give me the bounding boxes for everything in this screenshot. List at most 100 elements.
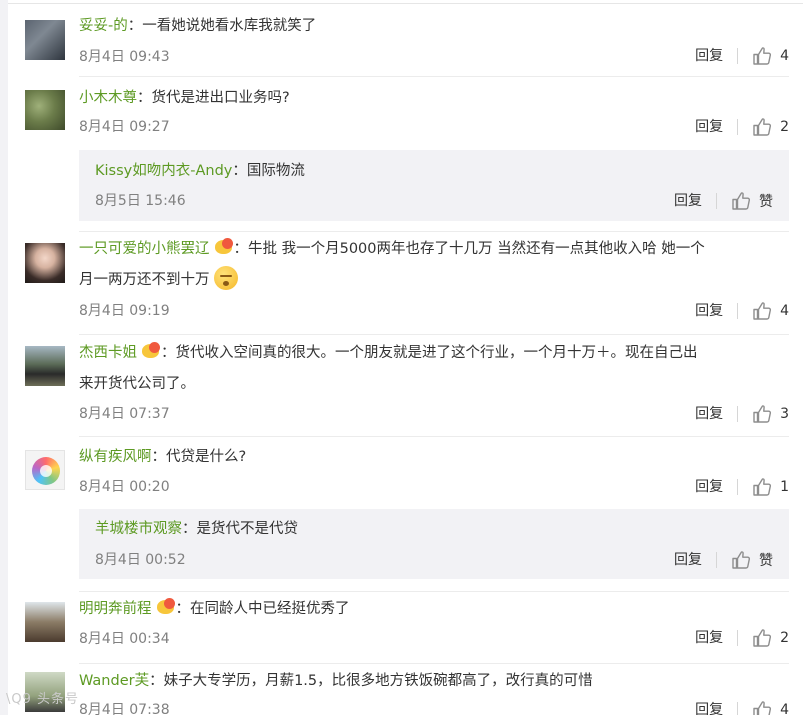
reply-text: 是货代不是代贷	[196, 521, 299, 537]
colon: ：	[182, 521, 197, 537]
username-link[interactable]: Kissy如吻内衣-Andy	[95, 163, 232, 179]
username-link[interactable]: Wander芙	[79, 673, 149, 689]
reply-button[interactable]: 回复	[674, 549, 716, 571]
comment-text-line1: 牛批 我一个月5000两年也存了十几万 当然还有一点其他收入哈 她一个	[248, 241, 705, 257]
username-link[interactable]: 小木木尊	[79, 90, 137, 106]
comment-body-cont: 来开货代公司了。	[79, 369, 789, 400]
like-count: 2	[780, 630, 789, 646]
comment-body: Wander芙：妹子大专学历，月薪1.5，比很多地方铁饭碗都高了，改行真的可惜	[79, 666, 789, 697]
reply-button[interactable]: 回复	[695, 403, 737, 425]
reply-button[interactable]: 回复	[695, 627, 737, 649]
timestamp: 8月4日 09:19	[79, 303, 170, 319]
thumbs-up-icon	[752, 477, 772, 497]
comment-list-panel: 妥妥-的：一看她说她看水库我就笑了 8月4日 09:43 回复 4 小木木尊：货…	[8, 0, 803, 715]
avatar[interactable]	[25, 450, 65, 490]
comment-body: 纵有疾风啊：代贷是什么?	[79, 442, 789, 473]
comment-item: 杰西卡姐 ：货代收入空间真的很大。一个朋友就是进了这个行业，一个月十万＋。现在自己…	[8, 335, 803, 437]
like-label: 赞	[759, 194, 773, 210]
comment-item: 纵有疾风啊：代贷是什么? 8月4日 00:20 回复 1 羊城楼市观察：是货代不…	[8, 437, 803, 592]
avatar[interactable]	[25, 20, 65, 60]
like-label: 赞	[759, 553, 773, 569]
like-button[interactable]: 4	[752, 46, 789, 66]
like-button[interactable]: 3	[752, 404, 789, 424]
comment-text-line2: 来开货代公司了。	[79, 376, 195, 392]
comment-body: 明明奔前程 ：在同龄人中已经挺优秀了	[79, 594, 789, 625]
thumbs-up-icon	[731, 191, 751, 211]
like-button[interactable]: 1	[752, 477, 789, 497]
colon: ：	[127, 18, 143, 34]
comment-body: 小木木尊：货代是进出口业务吗?	[79, 83, 789, 114]
colon: ：	[137, 90, 152, 106]
username-link[interactable]: 一只可爱的小熊罢辽	[79, 241, 210, 257]
fan-badge-icon	[156, 598, 176, 616]
nested-reply: 羊城楼市观察：是货代不是代贷 8月4日 00:52 回复 赞	[79, 509, 789, 579]
like-count: 4	[780, 48, 789, 64]
action-separator	[737, 303, 739, 319]
like-button[interactable]: 2	[752, 117, 789, 137]
username-link[interactable]: 明明奔前程	[79, 601, 152, 617]
like-button[interactable]: 2	[752, 628, 789, 648]
comment-text: 一看她说她看水库我就笑了	[142, 18, 317, 34]
timestamp: 8月4日 07:37	[79, 406, 170, 422]
reply-actions: 回复 赞	[674, 549, 773, 571]
comment-text: 代贷是什么?	[166, 449, 247, 465]
username-link[interactable]: 杰西卡姐	[79, 345, 137, 361]
action-separator	[737, 630, 739, 646]
colon: ：	[233, 241, 249, 257]
comment-actions: 回复 4	[695, 699, 789, 715]
timestamp: 8月4日 09:43	[79, 49, 170, 65]
timestamp: 8月4日 07:38	[79, 702, 170, 715]
comment-text-line1: 货代收入空间真的很大。一个朋友就是进了这个行业，一个月十万＋。现在自己出	[175, 345, 698, 361]
comment-text: 妹子大专学历，月薪1.5，比很多地方铁饭碗都高了，改行真的可惜	[163, 673, 593, 689]
action-separator	[716, 552, 717, 568]
colon: ：	[151, 449, 167, 465]
comment-body: 杰西卡姐 ：货代收入空间真的很大。一个朋友就是进了这个行业，一个月十万＋。现在自己…	[79, 338, 789, 369]
watermark: \Q9 头条号	[6, 692, 80, 707]
comment-actions: 回复 2	[695, 627, 789, 649]
reply-button[interactable]: 回复	[695, 476, 737, 498]
reply-button[interactable]: 回复	[674, 190, 716, 212]
comment-actions: 回复 4	[695, 300, 789, 322]
action-separator	[737, 48, 739, 64]
colon: ：	[149, 673, 164, 689]
reply-button[interactable]: 回复	[695, 45, 737, 67]
comment-item: 妥妥-的：一看她说她看水库我就笑了 8月4日 09:43 回复 4	[8, 0, 803, 77]
like-count: 4	[780, 702, 789, 715]
colon: ：	[161, 345, 176, 361]
like-count: 2	[780, 119, 789, 135]
comment-body-cont: 月一两万还不到十万	[79, 265, 789, 296]
thumbs-up-icon	[752, 301, 772, 321]
thumbs-up-icon	[731, 550, 751, 570]
comment-actions: 回复 3	[695, 403, 789, 425]
avatar[interactable]	[25, 243, 65, 283]
like-button[interactable]: 赞	[731, 550, 773, 570]
timestamp: 8月4日 00:20	[79, 479, 170, 495]
username-link[interactable]: 纵有疾风啊	[79, 449, 152, 465]
timestamp: 8月5日 15:46	[95, 193, 186, 209]
action-separator	[737, 702, 739, 715]
thumbs-up-icon	[752, 46, 772, 66]
like-button[interactable]: 4	[752, 700, 789, 715]
like-button[interactable]: 赞	[731, 191, 773, 211]
avatar[interactable]	[25, 602, 65, 642]
like-count: 1	[780, 479, 789, 495]
action-separator	[737, 406, 739, 422]
reply-button[interactable]: 回复	[695, 116, 737, 138]
avatar[interactable]	[25, 346, 65, 386]
username-link[interactable]: 羊城楼市观察	[95, 521, 182, 537]
comment-actions: 回复 4	[695, 45, 789, 67]
comment-actions: 回复 2	[695, 116, 789, 138]
comment-item: Wander芙：妹子大专学历，月薪1.5，比很多地方铁饭碗都高了，改行真的可惜 …	[8, 664, 803, 715]
comment-body: 妥妥-的：一看她说她看水库我就笑了	[79, 11, 789, 42]
timestamp: 8月4日 09:27	[79, 119, 170, 135]
comment-text: 在同龄人中已经挺优秀了	[190, 601, 350, 617]
username-link[interactable]: 妥妥-的	[79, 18, 128, 34]
nested-reply: Kissy如吻内衣-Andy：国际物流 8月5日 15:46 回复 赞	[79, 150, 789, 221]
comment-text-line2: 月一两万还不到十万	[79, 272, 210, 288]
like-button[interactable]: 4	[752, 301, 789, 321]
rainbow-avatar-icon	[32, 457, 60, 485]
reply-button[interactable]: 回复	[695, 300, 737, 322]
reply-button[interactable]: 回复	[695, 699, 737, 715]
avatar[interactable]	[25, 90, 65, 130]
action-separator	[737, 119, 739, 135]
